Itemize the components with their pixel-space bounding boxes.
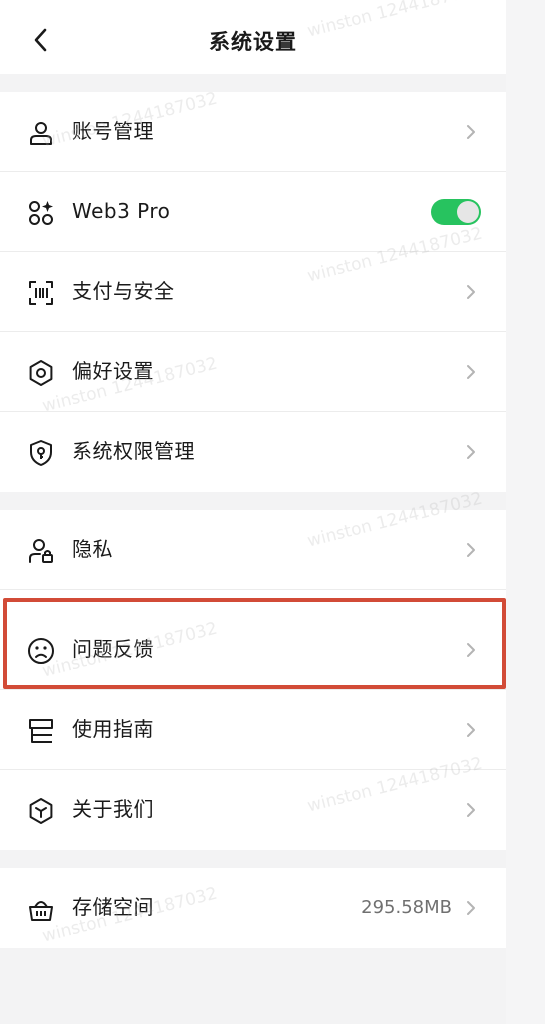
row-label: 账号管理 <box>72 119 154 143</box>
gear-icon <box>26 358 56 388</box>
chevron-right-icon <box>467 125 475 139</box>
chevron-right-icon <box>467 643 475 657</box>
row-label: Web3 Pro <box>72 199 171 223</box>
row-label: 支付与安全 <box>72 279 175 303</box>
row-label: 偏好设置 <box>72 359 154 383</box>
row-label: 存储空间 <box>72 895 154 919</box>
right-edge-strip <box>506 0 545 1024</box>
row-account-management[interactable]: 账号管理 <box>0 92 506 172</box>
row-preferences[interactable]: 偏好设置 <box>0 332 506 412</box>
scan-icon <box>26 278 56 308</box>
row-web3-pro: Web3 Pro <box>0 172 506 252</box>
guide-book-icon <box>26 716 56 746</box>
row-divider <box>0 589 506 590</box>
settings-group-storage: 存储空间 295.58MB <box>0 868 506 948</box>
chevron-right-icon <box>467 543 475 557</box>
chevron-right-icon <box>467 365 475 379</box>
basket-icon <box>26 894 56 924</box>
row-label: 隐私 <box>72 537 113 561</box>
chevron-right-icon <box>467 723 475 737</box>
hexagon-cube-icon <box>26 796 56 826</box>
row-about-us[interactable]: 关于我们 <box>0 770 506 850</box>
settings-group-account: 账号管理 Web3 Pro 支付与安全 偏好设置 系统权限管理 <box>0 92 506 492</box>
row-label: 使用指南 <box>72 717 154 741</box>
chevron-right-icon <box>467 901 475 915</box>
page-title: 系统设置 <box>209 30 297 54</box>
user-lock-icon <box>26 536 56 566</box>
row-privacy[interactable]: 隐私 <box>0 510 506 590</box>
row-payment-security[interactable]: 支付与安全 <box>0 252 506 332</box>
apps-sparkle-icon <box>26 198 56 228</box>
storage-size-value: 295.58MB <box>361 897 452 918</box>
row-label: 系统权限管理 <box>72 439 195 463</box>
row-label: 关于我们 <box>72 797 154 821</box>
chevron-right-icon <box>467 803 475 817</box>
chevron-right-icon <box>467 285 475 299</box>
top-bar: 系统设置 <box>0 0 506 74</box>
settings-group-support: 隐私 问题反馈 使用指南 关于我们 <box>0 510 506 850</box>
frown-face-icon <box>26 636 56 666</box>
web3-pro-toggle[interactable] <box>431 199 481 225</box>
toggle-knob <box>457 201 479 223</box>
row-feedback[interactable]: 问题反馈 <box>0 610 506 690</box>
row-user-guide[interactable]: 使用指南 <box>0 690 506 770</box>
row-label: 问题反馈 <box>72 637 154 661</box>
row-storage[interactable]: 存储空间 295.58MB <box>0 868 506 948</box>
chevron-right-icon <box>467 445 475 459</box>
shield-key-icon <box>26 438 56 468</box>
user-icon <box>26 118 56 148</box>
row-system-permissions[interactable]: 系统权限管理 <box>0 412 506 492</box>
